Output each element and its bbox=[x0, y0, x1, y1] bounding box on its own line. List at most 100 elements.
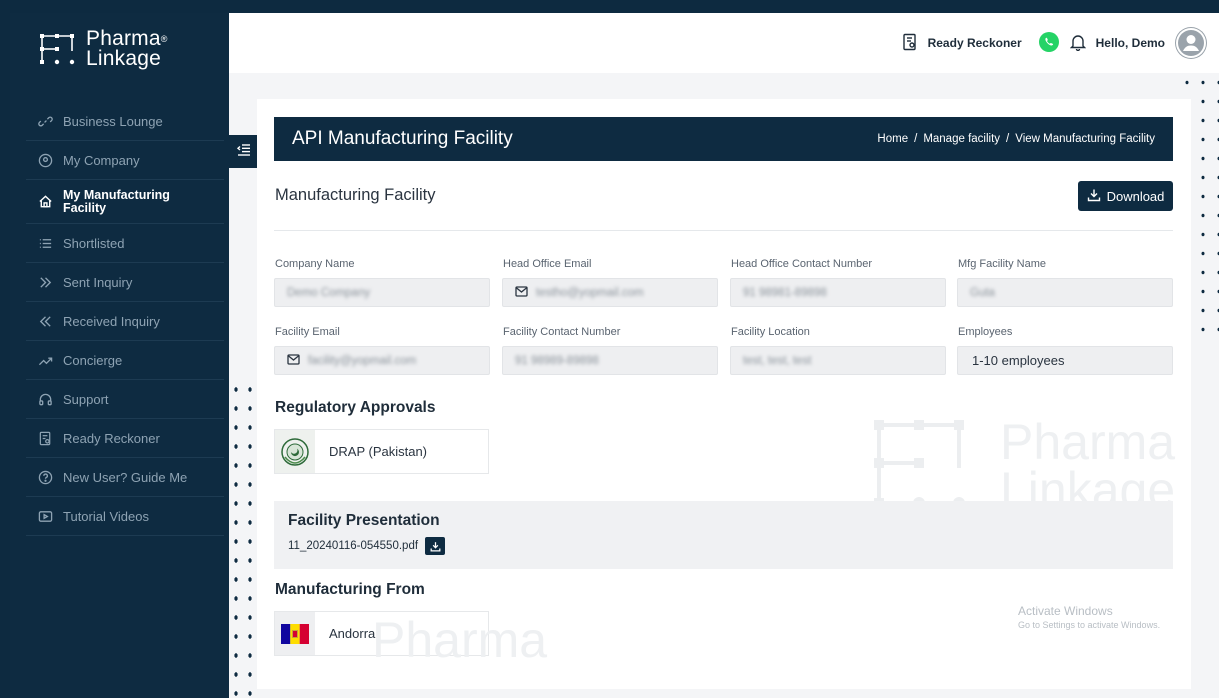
facility-contact-label: Facility Contact Number bbox=[503, 326, 621, 338]
download-icon bbox=[430, 541, 440, 551]
sidebar-item-label: Support bbox=[63, 391, 109, 407]
breadcrumb-current: View Manufacturing Facility bbox=[1015, 133, 1155, 145]
drap-emblem-icon bbox=[275, 430, 315, 473]
company-name-field[interactable]: Demo Company bbox=[274, 278, 490, 307]
sidebar-item-label: Ready Reckoner bbox=[63, 430, 160, 446]
greeting-text: Hello, Demo bbox=[1095, 36, 1165, 50]
sidebar-item-label: New User? Guide Me bbox=[63, 469, 188, 485]
document-search-icon bbox=[37, 430, 53, 446]
activate-windows-notice: Activate Windows Go to Settings to activ… bbox=[1018, 604, 1161, 630]
sidebar-item-my-manufacturing-facility[interactable]: My Manufacturing Facility bbox=[26, 180, 224, 224]
presentation-file-name[interactable]: 11_20240116-054550.pdf bbox=[288, 540, 418, 552]
head-office-contact-label: Head Office Contact Number bbox=[731, 258, 873, 270]
facility-contact-value: 91 98989-89898 bbox=[515, 354, 599, 367]
facility-email-label: Facility Email bbox=[275, 326, 340, 338]
head-office-email-label: Head Office Email bbox=[503, 258, 592, 270]
watermark-text: Pharma bbox=[372, 612, 548, 668]
sidebar-item-label: Sent Inquiry bbox=[63, 274, 133, 290]
trend-icon bbox=[37, 352, 53, 368]
sidebar-nav: Business Lounge My Company My Manufactur… bbox=[26, 102, 224, 536]
file-download-button[interactable] bbox=[425, 537, 446, 555]
download-icon bbox=[1087, 188, 1101, 205]
decorative-dots bbox=[229, 380, 257, 698]
facility-location-field[interactable]: test, test, test bbox=[730, 346, 946, 375]
divider bbox=[274, 230, 1173, 231]
mfg-facility-name-value: Guta bbox=[970, 286, 995, 299]
sidebar-item-label: My Manufacturing Facility bbox=[63, 187, 170, 215]
employees-label: Employees bbox=[958, 326, 1013, 338]
home-icon bbox=[37, 194, 53, 210]
whatsapp-icon[interactable] bbox=[1038, 31, 1060, 56]
watermark-text: Pharma Linkage bbox=[1000, 414, 1176, 518]
sidebar-item-my-company[interactable]: My Company bbox=[26, 141, 224, 180]
ready-reckoner-link[interactable]: Ready Reckoner bbox=[928, 36, 1022, 50]
mfg-facility-name-field[interactable]: Guta bbox=[957, 278, 1173, 307]
sidebar-item-label: Concierge bbox=[63, 352, 123, 368]
sidebar-item-support[interactable]: Support bbox=[26, 380, 224, 419]
top-header: Ready Reckoner Hello, Demo bbox=[229, 13, 1219, 73]
ready-reckoner-icon[interactable] bbox=[902, 33, 918, 54]
sidebar-item-label: Business Lounge bbox=[63, 113, 163, 129]
breadcrumb-separator: / bbox=[914, 133, 918, 145]
facility-email-value: facility@yopmail.com bbox=[308, 354, 417, 367]
sidebar-item-concierge[interactable]: Concierge bbox=[26, 341, 224, 380]
facility-location-label: Facility Location bbox=[731, 326, 810, 338]
breadcrumb-manage-facility[interactable]: Manage facility bbox=[923, 133, 1000, 145]
regulatory-approvals-title: Regulatory Approvals bbox=[275, 399, 436, 416]
sidebar-item-tutorial-videos[interactable]: Tutorial Videos bbox=[26, 497, 224, 536]
sidebar-item-business-lounge[interactable]: Business Lounge bbox=[26, 102, 224, 141]
sidebar-toggle-button[interactable] bbox=[229, 135, 259, 168]
presentation-file-row: 11_20240116-054550.pdf bbox=[288, 537, 446, 555]
mail-icon bbox=[287, 353, 300, 368]
download-label: Download bbox=[1106, 188, 1165, 204]
sidebar-item-sent-inquiry[interactable]: Sent Inquiry bbox=[26, 263, 224, 302]
double-chevron-right-icon bbox=[37, 274, 53, 290]
head-office-contact-field[interactable]: 91 98981-89898 bbox=[730, 278, 946, 307]
sidebar-item-label: Shortlisted bbox=[63, 235, 125, 251]
pharma-linkage-logo-icon bbox=[38, 30, 76, 68]
facility-email-field[interactable]: facility@yopmail.com bbox=[274, 346, 490, 375]
company-name-label: Company Name bbox=[275, 258, 355, 270]
sidebar-item-label: My Company bbox=[63, 152, 140, 168]
page-banner: API Manufacturing Facility Home / Manage… bbox=[274, 117, 1173, 161]
mfg-facility-name-label: Mfg Facility Name bbox=[958, 258, 1047, 270]
mail-icon bbox=[515, 285, 528, 300]
avatar[interactable] bbox=[1175, 27, 1207, 59]
breadcrumb-separator: / bbox=[1006, 133, 1010, 145]
sidebar-item-guide-me[interactable]: New User? Guide Me bbox=[26, 458, 224, 497]
bell-icon[interactable] bbox=[1069, 33, 1086, 54]
manufacturing-from-title: Manufacturing From bbox=[275, 581, 425, 598]
brand-name: Pharma® Linkage bbox=[86, 27, 168, 70]
head-office-email-field[interactable]: testho@yopmail.com bbox=[502, 278, 718, 307]
header-actions: Ready Reckoner Hello, Demo bbox=[902, 27, 1207, 59]
employees-field[interactable]: 1-10 employees bbox=[957, 346, 1173, 375]
location-pin-icon bbox=[37, 152, 53, 168]
list-icon bbox=[37, 235, 53, 251]
sidebar-item-shortlisted[interactable]: Shortlisted bbox=[26, 224, 224, 263]
help-circle-icon bbox=[37, 469, 53, 485]
brand-logo[interactable]: Pharma® Linkage bbox=[38, 27, 168, 70]
regulatory-approval-item: DRAP (Pakistan) bbox=[274, 429, 489, 474]
page-title: API Manufacturing Facility bbox=[292, 128, 513, 149]
sidebar-item-label: Tutorial Videos bbox=[63, 508, 149, 524]
facility-contact-field[interactable]: 91 98989-89898 bbox=[502, 346, 718, 375]
sidebar-item-label: Received Inquiry bbox=[63, 313, 160, 329]
facility-presentation-title: Facility Presentation bbox=[288, 512, 440, 529]
link-icon bbox=[37, 113, 53, 129]
company-name-value: Demo Company bbox=[287, 286, 371, 299]
download-button[interactable]: Download bbox=[1078, 181, 1173, 211]
sidebar: Pharma® Linkage Business Lounge My Compa… bbox=[10, 13, 229, 698]
manufacturing-country-name: Andorra bbox=[329, 626, 376, 641]
sidebar-item-ready-reckoner[interactable]: Ready Reckoner bbox=[26, 419, 224, 458]
breadcrumb: Home / Manage facility / View Manufactur… bbox=[877, 133, 1155, 145]
breadcrumb-home[interactable]: Home bbox=[877, 133, 908, 145]
regulatory-approval-name: DRAP (Pakistan) bbox=[329, 444, 428, 459]
video-icon bbox=[37, 508, 53, 524]
menu-collapse-icon bbox=[236, 143, 251, 161]
head-office-email-value: testho@yopmail.com bbox=[536, 286, 644, 299]
headset-icon bbox=[37, 391, 53, 407]
andorra-flag-icon bbox=[275, 612, 315, 655]
sidebar-item-received-inquiry[interactable]: Received Inquiry bbox=[26, 302, 224, 341]
head-office-contact-value: 91 98981-89898 bbox=[743, 286, 827, 299]
double-chevron-left-icon bbox=[37, 313, 53, 329]
